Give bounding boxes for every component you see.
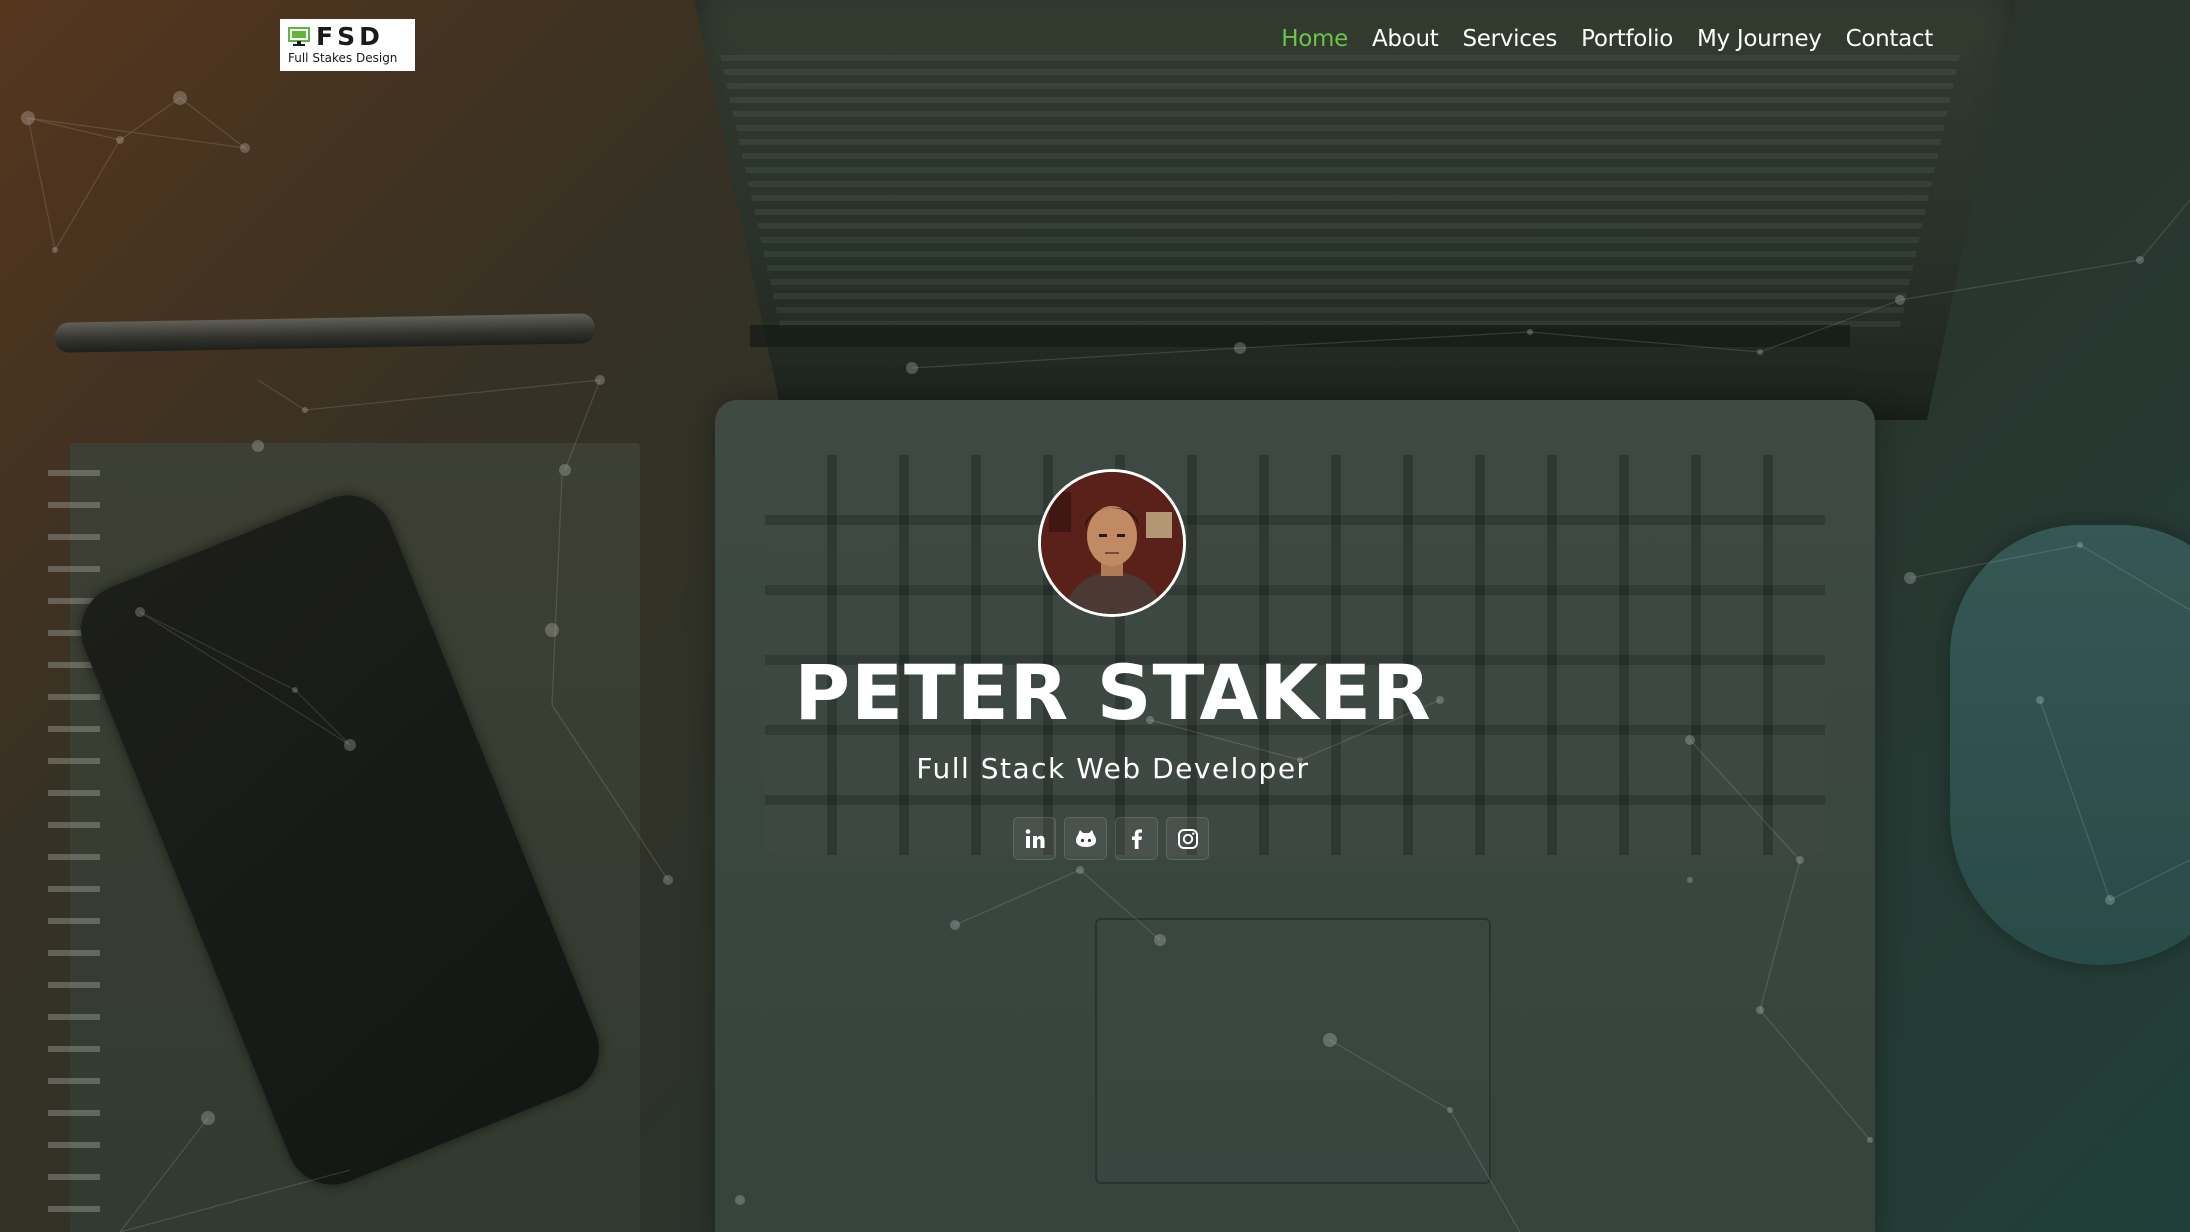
- nav-item-services[interactable]: Services: [1463, 26, 1558, 52]
- github-icon: [1075, 829, 1096, 847]
- profile-photo: [1041, 472, 1183, 614]
- linkedin-button[interactable]: [1013, 817, 1056, 860]
- hero-tagline: Full Stack Web Developer: [916, 752, 1310, 785]
- github-button[interactable]: [1064, 817, 1107, 860]
- facebook-icon: [1131, 828, 1142, 849]
- hero-name: PETER STAKER: [794, 648, 1432, 737]
- instagram-icon: [1177, 828, 1198, 849]
- nav-item-portfolio[interactable]: Portfolio: [1581, 26, 1673, 52]
- linkedin-icon: [1025, 828, 1044, 848]
- hero-background: [0, 0, 2190, 1232]
- particle-network: [21, 91, 2190, 1232]
- logo-mark: FSD: [316, 22, 384, 51]
- profile-avatar: [1038, 469, 1186, 617]
- site-logo[interactable]: FSD Full Stakes Design: [280, 19, 415, 71]
- logo-subtitle: Full Stakes Design: [288, 51, 398, 65]
- nav-item-contact[interactable]: Contact: [1846, 26, 1934, 52]
- nav-item-my-journey[interactable]: My Journey: [1697, 26, 1822, 52]
- nav-item-home[interactable]: Home: [1281, 26, 1348, 52]
- facebook-button[interactable]: [1115, 817, 1158, 860]
- instagram-button[interactable]: [1166, 817, 1209, 860]
- monitor-icon: [288, 27, 310, 46]
- social-links: [1013, 817, 1209, 860]
- nav-item-about[interactable]: About: [1372, 26, 1439, 52]
- main-nav: Home About Services Portfolio My Journey…: [1281, 26, 1933, 52]
